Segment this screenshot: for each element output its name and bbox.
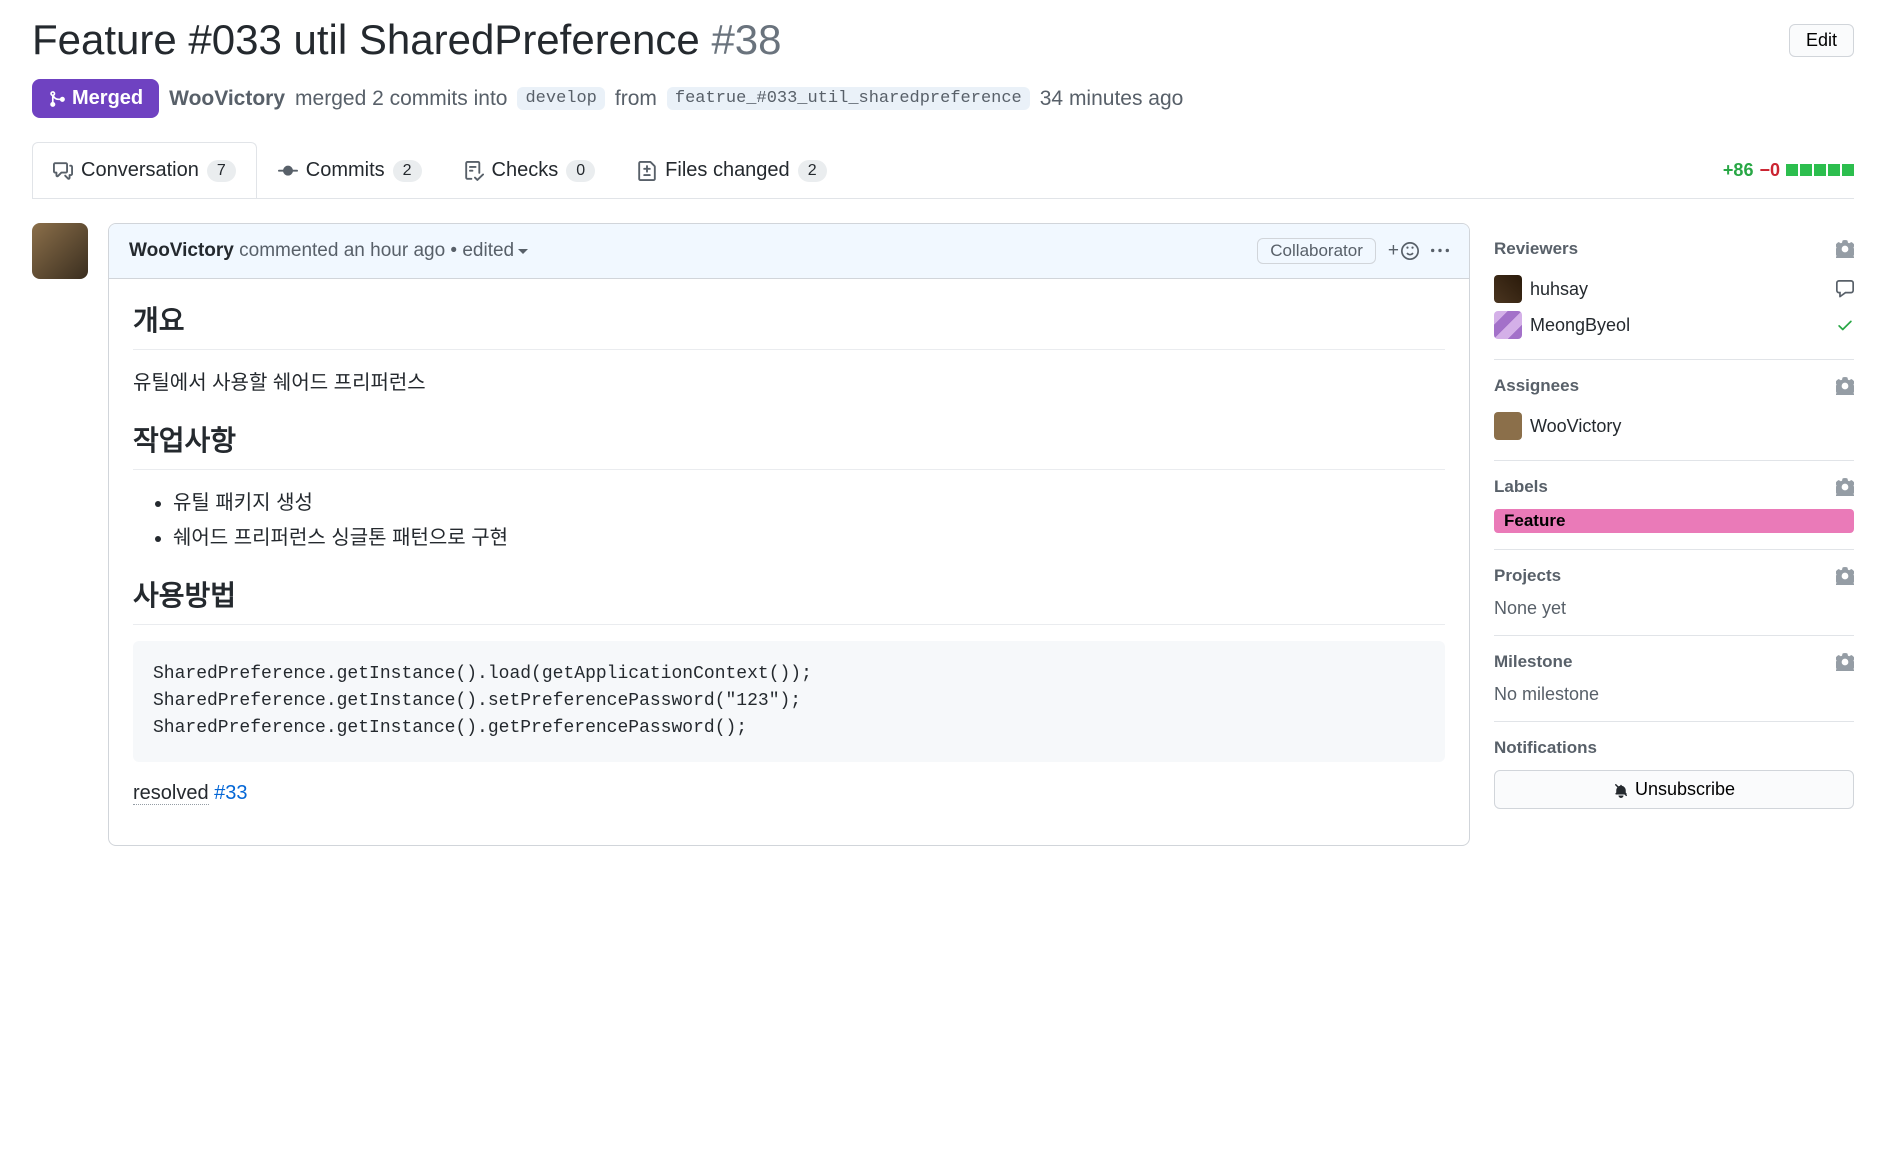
issue-link[interactable]: #33: [214, 782, 247, 804]
collaborator-badge: Collaborator: [1257, 238, 1376, 264]
code-block: SharedPreference.getInstance().load(getA…: [133, 641, 1445, 762]
gear-icon[interactable]: [1836, 377, 1854, 395]
checks-count: 0: [566, 160, 595, 182]
gear-icon[interactable]: [1836, 478, 1854, 496]
merged-badge: Merged: [32, 79, 159, 118]
checklist-icon: [464, 161, 484, 181]
kebab-icon: [1431, 242, 1449, 260]
pr-title: Feature #033 util SharedPreference #38: [32, 16, 1789, 63]
label-tag[interactable]: Feature: [1494, 509, 1854, 533]
git-merge-icon: [48, 90, 66, 108]
tab-files[interactable]: Files changed 2: [616, 142, 847, 198]
add-reaction-button[interactable]: +: [1388, 240, 1419, 262]
git-commit-icon: [278, 161, 298, 181]
comment-body: 개요 유틸에서 사용할 쉐어드 프리퍼런스 작업사항 유틸 패키지 생성 쉐어드…: [109, 279, 1469, 845]
projects-title: Projects: [1494, 566, 1561, 586]
labels-title: Labels: [1494, 477, 1548, 497]
section-heading: 사용방법: [133, 574, 1445, 625]
paragraph: 유틸에서 사용할 쉐어드 프리퍼런스: [133, 366, 1445, 395]
unsubscribe-button[interactable]: Unsubscribe: [1494, 770, 1854, 809]
tab-commits[interactable]: Commits 2: [257, 142, 443, 198]
edited-text[interactable]: edited: [462, 240, 528, 261]
caret-down-icon: [518, 249, 528, 254]
comment-time[interactable]: an hour ago: [344, 240, 445, 261]
avatar: [1494, 412, 1522, 440]
milestone-value: No milestone: [1494, 684, 1854, 705]
resolved-text: resolved #33: [133, 782, 1445, 805]
comment-box: WooVictory commented an hour ago • edite…: [108, 223, 1470, 846]
reviewers-title: Reviewers: [1494, 239, 1578, 259]
section-heading: 개요: [133, 299, 1445, 350]
avatar[interactable]: [32, 223, 88, 279]
diffstat[interactable]: +86 −0: [1723, 160, 1854, 181]
commits-count: 2: [393, 160, 422, 182]
smiley-icon: [1401, 242, 1419, 260]
commented-text: commented: [239, 240, 338, 261]
diff-additions: +86: [1723, 160, 1754, 181]
diff-deletions: −0: [1759, 160, 1780, 181]
avatar: [1494, 311, 1522, 339]
tab-checks[interactable]: Checks 0: [443, 142, 617, 198]
comment-author[interactable]: WooVictory: [129, 240, 234, 261]
edit-button[interactable]: Edit: [1789, 24, 1854, 57]
file-diff-icon: [637, 161, 657, 181]
projects-value: None yet: [1494, 598, 1854, 619]
files-count: 2: [798, 160, 827, 182]
comment-icon: [1836, 280, 1854, 298]
merge-author[interactable]: WooVictory: [169, 87, 285, 111]
merge-time: 34 minutes ago: [1040, 87, 1184, 111]
kebab-menu[interactable]: [1431, 242, 1449, 260]
section-heading: 작업사항: [133, 419, 1445, 470]
diff-blocks: [1786, 164, 1854, 176]
assignee-item[interactable]: WooVictory: [1494, 408, 1854, 444]
tab-conversation[interactable]: Conversation 7: [32, 142, 257, 198]
reviewer-item[interactable]: MeongByeol: [1494, 307, 1854, 343]
reviewer-item[interactable]: huhsay: [1494, 271, 1854, 307]
mute-icon: [1613, 782, 1629, 798]
milestone-title: Milestone: [1494, 652, 1572, 672]
gear-icon[interactable]: [1836, 567, 1854, 585]
assignees-title: Assignees: [1494, 376, 1579, 396]
gear-icon[interactable]: [1836, 240, 1854, 258]
pr-number: #38: [711, 16, 781, 63]
from-text: from: [615, 87, 657, 111]
head-branch[interactable]: featrue_#033_util_sharedpreference: [667, 87, 1030, 110]
base-branch[interactable]: develop: [517, 87, 604, 110]
avatar: [1494, 275, 1522, 303]
list-item: 유틸 패키지 생성: [173, 486, 1445, 515]
bullet: •: [450, 240, 457, 261]
list-item: 쉐어드 프리퍼런스 싱글톤 패턴으로 구현: [173, 521, 1445, 550]
notifications-title: Notifications: [1494, 738, 1597, 758]
merged-text: merged 2 commits into: [295, 87, 507, 111]
conversation-count: 7: [207, 160, 236, 182]
gear-icon[interactable]: [1836, 653, 1854, 671]
comment-discussion-icon: [53, 161, 73, 181]
check-icon: [1836, 316, 1854, 334]
